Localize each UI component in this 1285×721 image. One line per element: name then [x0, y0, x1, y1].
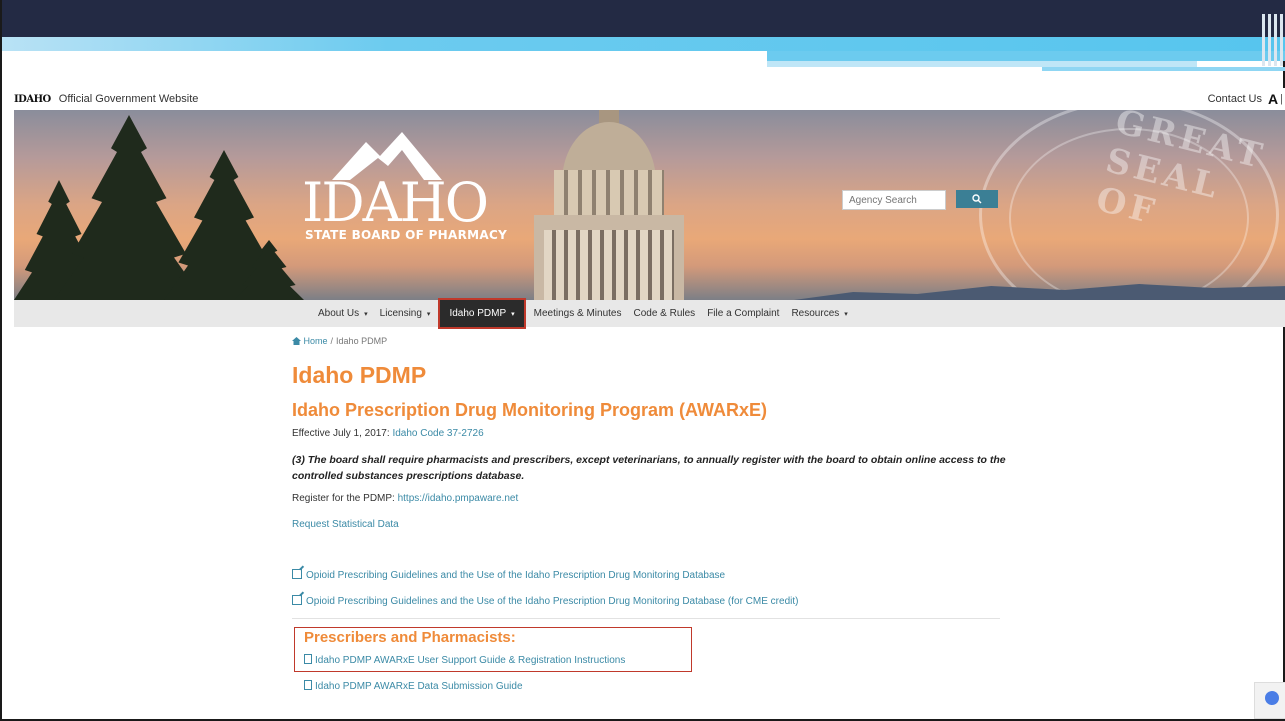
nav-label: Code & Rules [633, 308, 696, 319]
guideline-link-2[interactable]: Opioid Prescribing Guidelines and the Us… [292, 595, 798, 607]
recaptcha-icon [1265, 691, 1279, 705]
nav-label: File a Complaint [707, 308, 780, 319]
idaho-gov-logo[interactable]: IDAHO [14, 94, 51, 105]
capitol-drum [554, 170, 664, 220]
agency-logo-wordmark[interactable]: IDAHO [302, 176, 489, 230]
nav-about-us[interactable]: About Us ▾ [312, 300, 374, 327]
nav-file-complaint[interactable]: File a Complaint [701, 300, 785, 327]
nav-code-rules[interactable]: Code & Rules [627, 300, 701, 327]
slide-accent-strip-2 [767, 51, 1285, 61]
nav-resources[interactable]: Resources ▾ [785, 300, 853, 327]
nav-label: Resources [791, 308, 840, 319]
idaho-code-link[interactable]: Idaho Code 37-2726 [392, 428, 483, 439]
gov-bar: IDAHO Official Government Website Contac… [14, 88, 1285, 110]
home-icon [292, 337, 301, 345]
divider [292, 618, 1000, 619]
request-statistical-data-link[interactable]: Request Statistical Data [292, 519, 399, 530]
nav-meetings-minutes[interactable]: Meetings & Minutes [528, 300, 628, 327]
agency-logo-subtitle[interactable]: STATE BOARD OF PHARMACY [305, 228, 507, 242]
pdf-label: Idaho PDMP AWARxE User Support Guide & R… [315, 655, 626, 666]
page-title: Idaho PDMP [292, 362, 427, 388]
pdf-link-user-guide[interactable]: Idaho PDMP AWARxE User Support Guide & R… [304, 654, 625, 666]
pdf-file-icon [304, 654, 312, 664]
guideline-label: Opioid Prescribing Guidelines and the Us… [306, 596, 799, 607]
agency-search-input[interactable] [842, 190, 946, 210]
section-heading: Prescribers and Pharmacists: [304, 629, 516, 646]
breadcrumb: Home / Idaho PDMP [292, 336, 387, 346]
text-size-button[interactable]: A [1268, 91, 1278, 107]
search-icon [972, 194, 982, 204]
breadcrumb-current: Idaho PDMP [336, 336, 388, 346]
pmpaware-link[interactable]: https://idaho.pmpaware.net [398, 493, 519, 504]
main-nav: About Us ▾ Licensing ▾ Idaho PDMP ▾ Meeting… [14, 298, 1285, 329]
register-line: Register for the PDMP: https://idaho.pmp… [292, 493, 518, 504]
pdf-link-data-submission[interactable]: Idaho PDMP AWARxE Data Submission Guide [304, 680, 523, 692]
slide-top-bar [2, 0, 1285, 37]
pdf-file-icon [304, 680, 312, 690]
slide: IDAHO Official Government Website Contac… [0, 0, 1285, 721]
effective-text: Effective July 1, 2017: [292, 428, 393, 439]
nav-label: About Us [318, 308, 360, 319]
nav-label: Idaho PDMP [449, 308, 507, 319]
page-subtitle: Idaho Prescription Drug Monitoring Progr… [292, 400, 768, 420]
tree-left-2 [54, 115, 204, 300]
external-link-icon [292, 569, 302, 579]
nav-licensing[interactable]: Licensing ▾ [374, 300, 437, 327]
caret-down-icon: ▾ [844, 310, 848, 318]
caret-down-icon: ▾ [364, 310, 368, 318]
statute-quote: (3) The board shall require pharmacists … [292, 454, 1006, 483]
search-button[interactable] [956, 190, 998, 208]
nav-label: Meetings & Minutes [533, 308, 622, 319]
guideline-link-1[interactable]: Opioid Prescribing Guidelines and the Us… [292, 569, 725, 581]
contact-us-link[interactable]: Contact Us [1208, 93, 1262, 105]
guideline-label: Opioid Prescribing Guidelines and the Us… [306, 570, 726, 581]
nav-label: Licensing [379, 308, 422, 319]
slide-corner-bars [1261, 14, 1283, 66]
register-text: Register for the PDMP: [292, 493, 398, 504]
nav-idaho-pdmp[interactable]: Idaho PDMP ▾ [438, 298, 526, 329]
divider: | [1280, 93, 1283, 105]
caret-down-icon: ▾ [426, 310, 431, 318]
capitol-columns [544, 230, 674, 300]
header-banner: GREAT SEAL OF [14, 110, 1285, 300]
effective-line: Effective July 1, 2017: Idaho Code 37-27… [292, 428, 484, 439]
external-link-icon [292, 595, 302, 605]
pdf-label: Idaho PDMP AWARxE Data Submission Guide [315, 681, 523, 692]
recaptcha-badge[interactable] [1254, 682, 1285, 719]
slide-accent-strip [2, 37, 1285, 51]
caret-down-icon: ▾ [511, 310, 515, 318]
breadcrumb-home[interactable]: Home [304, 336, 328, 346]
official-website-text: Official Government Website [58, 93, 199, 105]
breadcrumb-separator: / [330, 336, 334, 346]
slide-accent-strip-4 [1042, 67, 1285, 71]
